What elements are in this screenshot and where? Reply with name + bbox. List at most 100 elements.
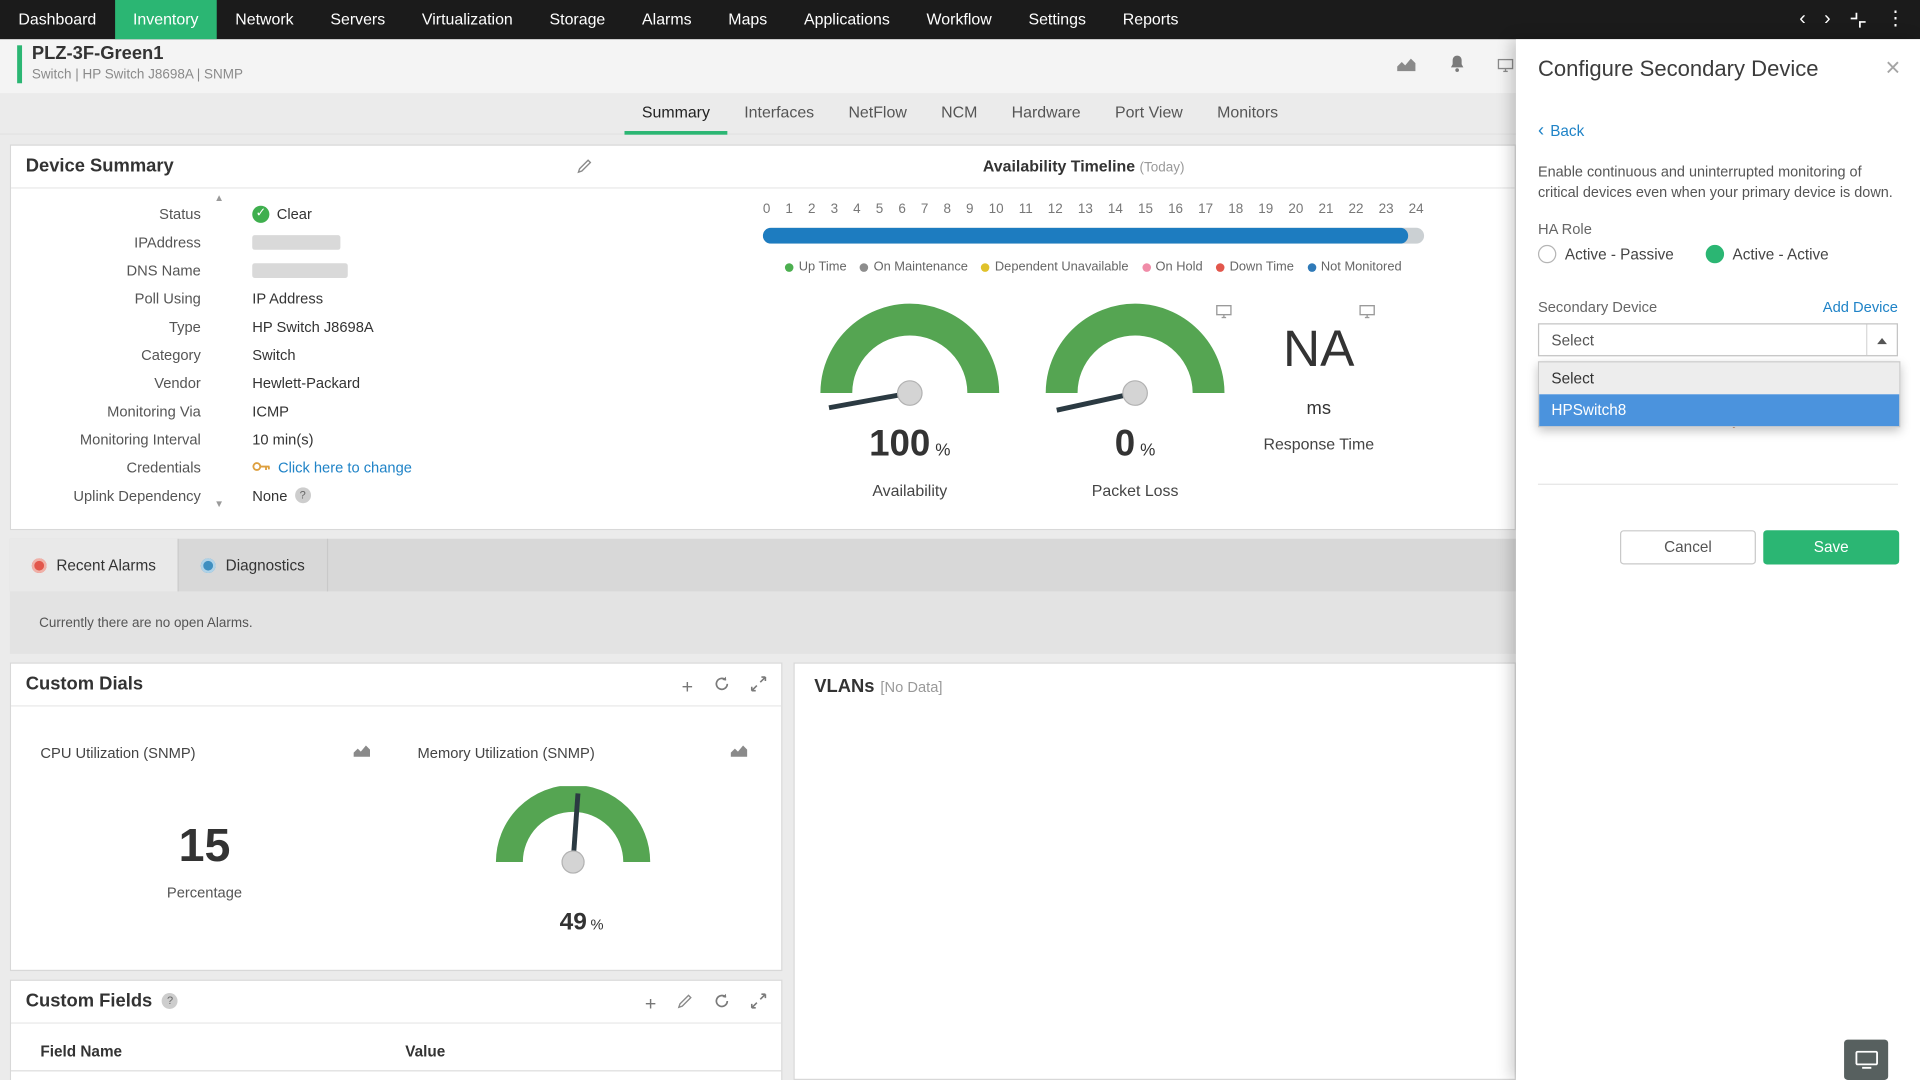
radio-active-active[interactable]: Active - Active bbox=[1706, 245, 1829, 263]
collapse-icon[interactable] bbox=[1849, 10, 1867, 28]
nav-item-storage[interactable]: Storage bbox=[531, 0, 624, 39]
cpu-utilization-widget: CPU Utilization (SNMP) 15 Percentage bbox=[21, 713, 388, 964]
tab-diagnostics[interactable]: Diagnostics bbox=[179, 539, 328, 592]
timeline-tick: 13 bbox=[1078, 202, 1093, 217]
packet-loss-unit: % bbox=[1140, 440, 1155, 460]
timeline-ticks: 0123456789101112131415161718192021222324 bbox=[763, 202, 1424, 217]
summary-row-poll-using: Poll Using IP Address bbox=[23, 284, 537, 312]
secondary-device-select[interactable]: Select bbox=[1538, 323, 1898, 356]
alarm-icon bbox=[32, 558, 47, 573]
status-value: Clear bbox=[277, 205, 312, 222]
timeline-tick: 21 bbox=[1318, 202, 1333, 217]
timeline-tick: 7 bbox=[921, 202, 929, 217]
nav-item-servers[interactable]: Servers bbox=[312, 0, 404, 39]
response-time-value: NA bbox=[1196, 320, 1441, 379]
timeline-tick: 0 bbox=[763, 202, 771, 217]
help-icon[interactable]: ? bbox=[295, 487, 311, 503]
tab-port-view[interactable]: Port View bbox=[1098, 93, 1200, 135]
ha-role-label: HA Role bbox=[1538, 220, 1592, 237]
expand-icon[interactable] bbox=[751, 993, 767, 1015]
timeline-tick: 22 bbox=[1349, 202, 1364, 217]
timeline-tick: 4 bbox=[853, 202, 861, 217]
kebab-menu-icon[interactable]: ⋮ bbox=[1886, 0, 1906, 39]
tab-recent-alarms[interactable]: Recent Alarms bbox=[10, 539, 179, 592]
legend-on-hold: On Hold bbox=[1142, 260, 1203, 275]
cpu-chart-icon[interactable] bbox=[353, 742, 371, 764]
add-field-icon[interactable]: + bbox=[645, 996, 656, 1012]
add-dial-icon[interactable]: + bbox=[682, 679, 693, 695]
timeline-legend: Up Time On Maintenance Dependent Unavail… bbox=[702, 260, 1486, 275]
nav-item-network[interactable]: Network bbox=[217, 0, 312, 39]
memory-chart-icon[interactable] bbox=[730, 742, 748, 764]
alarm-bell-icon[interactable] bbox=[1449, 54, 1466, 80]
legend-up-time: Up Time bbox=[785, 260, 846, 275]
radio-active-passive[interactable]: Active - Passive bbox=[1538, 245, 1674, 263]
back-link[interactable]: ‹ Back bbox=[1538, 122, 1584, 139]
timeline-tick: 2 bbox=[808, 202, 816, 217]
save-button[interactable]: Save bbox=[1763, 530, 1899, 564]
custom-dials-title: Custom Dials bbox=[26, 673, 143, 694]
nav-item-reports[interactable]: Reports bbox=[1104, 0, 1196, 39]
custom-fields-panel: Custom Fields ? + Field Name Value bbox=[10, 980, 783, 1080]
edit-device-summary-icon[interactable] bbox=[577, 158, 593, 180]
tab-monitors[interactable]: Monitors bbox=[1200, 93, 1295, 135]
tab-hardware[interactable]: Hardware bbox=[995, 93, 1098, 135]
nav-item-maps[interactable]: Maps bbox=[710, 0, 786, 39]
memory-utilization-widget: Memory Utilization (SNMP) 49% bbox=[398, 713, 765, 964]
caret-up-icon[interactable] bbox=[1866, 324, 1897, 355]
tab-netflow[interactable]: NetFlow bbox=[831, 93, 924, 135]
timeline-tick: 23 bbox=[1379, 202, 1394, 217]
close-icon[interactable]: × bbox=[1885, 54, 1900, 83]
nav-item-settings[interactable]: Settings bbox=[1010, 0, 1104, 39]
nav-item-alarms[interactable]: Alarms bbox=[624, 0, 710, 39]
expand-icon[interactable] bbox=[751, 676, 767, 698]
alarms-section: Recent Alarms Diagnostics Currently ther… bbox=[10, 539, 1516, 654]
add-device-link[interactable]: Add Device bbox=[1823, 299, 1898, 316]
dropdown-option-select[interactable]: Select bbox=[1539, 362, 1899, 394]
nav-item-workflow[interactable]: Workflow bbox=[908, 0, 1010, 39]
timeline-tick: 20 bbox=[1288, 202, 1303, 217]
nav-item-applications[interactable]: Applications bbox=[786, 0, 909, 39]
device-status-accent bbox=[17, 45, 22, 83]
timeline-tick: 18 bbox=[1228, 202, 1243, 217]
vlans-panel: VLANs [No Data] bbox=[793, 662, 1515, 1080]
device-meta: Switch | HP Switch J8698A | SNMP bbox=[32, 67, 243, 82]
dropdown-option-hpswitch8[interactable]: HPSwitch8 bbox=[1539, 394, 1899, 426]
summary-row-type: Type HP Switch J8698A bbox=[23, 312, 537, 340]
availability-timeline-title: Availability Timeline (Today) bbox=[942, 157, 1226, 175]
nav-item-dashboard[interactable]: Dashboard bbox=[0, 0, 115, 39]
custom-fields-help-icon[interactable]: ? bbox=[162, 993, 178, 1009]
chevron-right-icon[interactable]: › bbox=[1824, 0, 1831, 39]
cancel-button[interactable]: Cancel bbox=[1620, 530, 1756, 564]
availability-gauge-dial bbox=[818, 300, 1002, 415]
chevron-left-icon[interactable]: ‹ bbox=[1799, 0, 1806, 39]
secondary-device-label: Secondary Device bbox=[1538, 299, 1657, 316]
edit-fields-icon[interactable] bbox=[677, 993, 693, 1015]
tab-interfaces[interactable]: Interfaces bbox=[727, 93, 831, 135]
radio-selected-icon bbox=[1706, 245, 1724, 263]
redacted-value bbox=[252, 234, 340, 249]
memory-utilization-unit: % bbox=[591, 916, 604, 933]
tab-summary[interactable]: Summary bbox=[625, 93, 727, 135]
refresh-icon[interactable] bbox=[714, 993, 730, 1015]
legend-on-maintenance: On Maintenance bbox=[860, 260, 968, 275]
availability-value: 100 bbox=[869, 424, 930, 464]
legend-dot bbox=[785, 263, 794, 272]
nav-item-virtualization[interactable]: Virtualization bbox=[404, 0, 532, 39]
change-credentials-link[interactable]: Click here to change bbox=[278, 459, 412, 476]
legend-down-time: Down Time bbox=[1216, 260, 1294, 275]
back-chevron-icon: ‹ bbox=[1538, 124, 1544, 139]
redacted-value bbox=[252, 263, 348, 278]
device-tools-icon[interactable] bbox=[1498, 56, 1514, 78]
timeline-tick: 3 bbox=[831, 202, 839, 217]
summary-row-monitoring-interval: Monitoring Interval 10 min(s) bbox=[23, 425, 537, 453]
tab-ncm[interactable]: NCM bbox=[924, 93, 995, 135]
memory-gauge-dial bbox=[493, 786, 652, 888]
status-ok-icon: ✓ bbox=[252, 205, 269, 222]
summary-row-uplink-dependency: Uplink Dependency None? bbox=[23, 481, 537, 509]
performance-chart-icon[interactable] bbox=[1396, 56, 1417, 78]
nav-item-inventory[interactable]: Inventory bbox=[115, 0, 217, 39]
device-summary-rows: Status ✓Clear IPAddress DNS Name Poll Us… bbox=[23, 200, 537, 510]
support-chat-button[interactable] bbox=[1844, 1040, 1888, 1080]
refresh-icon[interactable] bbox=[714, 676, 730, 698]
